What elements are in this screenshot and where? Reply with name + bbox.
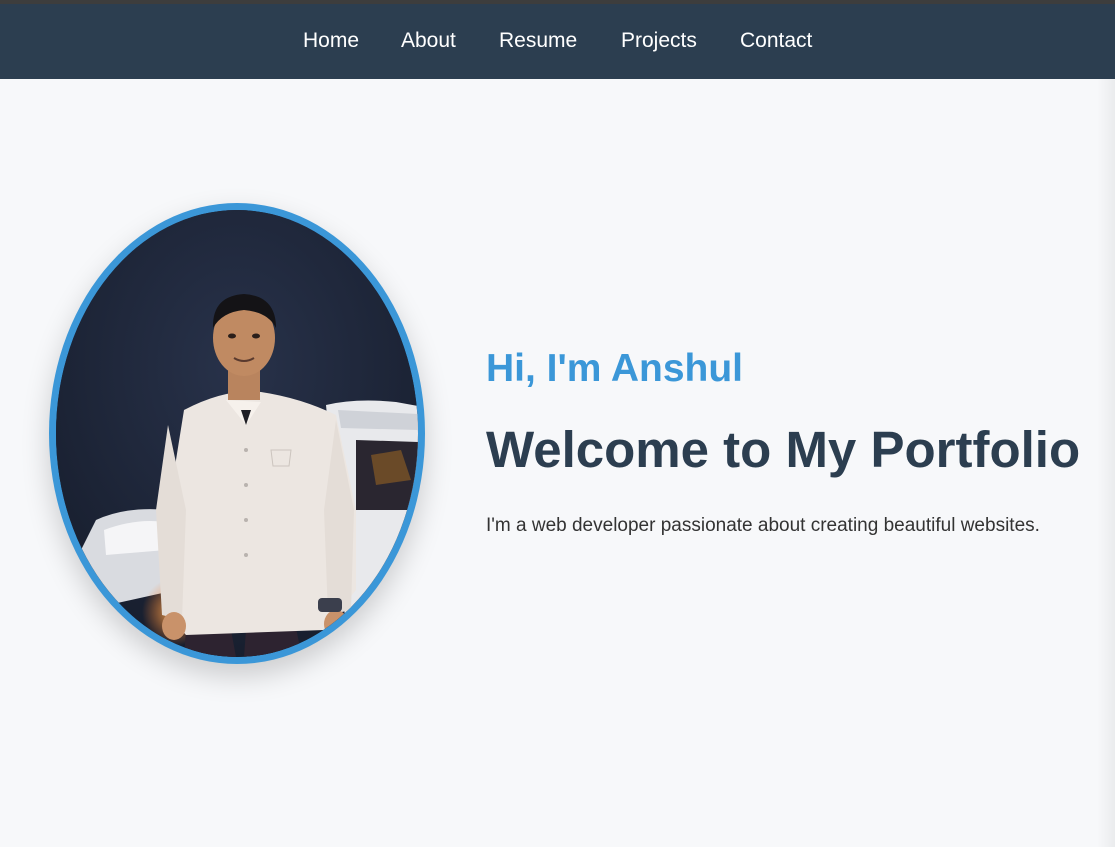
nav-link-about[interactable]: About: [401, 28, 456, 54]
nav-link-contact[interactable]: Contact: [740, 28, 812, 54]
nav-link-projects[interactable]: Projects: [621, 28, 697, 54]
scroll-edge-shade: [1097, 79, 1115, 847]
profile-photo: [56, 210, 418, 657]
profile-photo-illustration: [56, 210, 418, 657]
profile-photo-frame: [49, 203, 425, 664]
nav-link-home[interactable]: Home: [303, 28, 359, 54]
nav-link-resume[interactable]: Resume: [499, 28, 577, 54]
hero-tagline: I'm a web developer passionate about cre…: [486, 515, 1040, 536]
hero-title: Welcome to My Portfolio: [486, 421, 1081, 478]
hero-greeting: Hi, I'm Anshul: [486, 347, 744, 390]
navbar: Home About Resume Projects Contact: [0, 4, 1115, 79]
